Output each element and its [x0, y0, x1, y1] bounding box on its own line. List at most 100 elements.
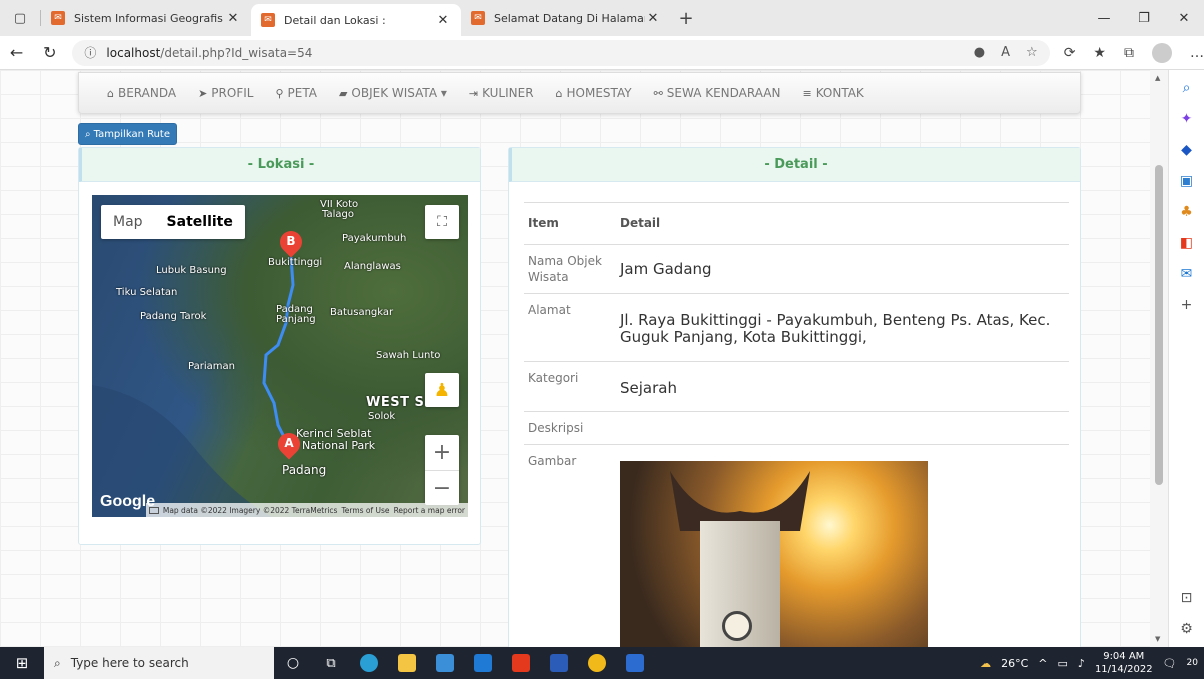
tag-icon[interactable]: ◆ [1177, 140, 1197, 160]
table-row: Nama Objek Wisata Jam Gadang [524, 244, 1069, 293]
terms-link[interactable]: Terms of Use [341, 506, 389, 515]
table-row: Deskripsi [524, 411, 1069, 444]
row-key: Alamat [528, 303, 571, 317]
keyboard-icon[interactable] [148, 506, 159, 514]
word-icon[interactable] [540, 647, 578, 679]
window-controls: — ❐ ✕ [1084, 0, 1204, 36]
scrollbar-thumb[interactable] [1155, 165, 1163, 485]
taskbar-clock[interactable]: 9:04 AM 11/14/2022 [1095, 650, 1153, 676]
minimize-icon[interactable]: — [1084, 0, 1124, 36]
weather-icon[interactable]: ☁ [980, 657, 991, 670]
window-close-icon[interactable]: ✕ [1164, 0, 1204, 36]
new-tab-button[interactable]: + [671, 0, 701, 36]
office-icon[interactable]: ◧ [1177, 233, 1197, 253]
page-scrollbar[interactable]: ▲ ▼ [1150, 70, 1168, 647]
read-aloud-icon[interactable]: A [1001, 45, 1010, 60]
back-icon[interactable]: ← [0, 43, 33, 62]
nav-peta[interactable]: ⚲ PETA [275, 86, 317, 100]
file-explorer-icon[interactable] [388, 647, 426, 679]
favorites-icon[interactable]: ★ [1093, 45, 1106, 61]
map-label: Padang [282, 463, 327, 477]
tab-selamat-datang[interactable]: ✉ Selamat Datang Di Halaman Adr ✕ [461, 0, 671, 36]
tab-actions-icon[interactable]: ▢ [0, 0, 40, 36]
system-tray: ☁ 26°C ^ ▭ ♪ 9:04 AM 11/14/2022 🗨 20 [980, 650, 1204, 676]
tab-detail-lokasi[interactable]: ✉ Detail dan Lokasi : ✕ [251, 4, 461, 36]
zoom-out-button[interactable]: − [425, 470, 459, 505]
store-icon[interactable] [426, 647, 464, 679]
street-view-pegman-icon[interactable]: ♟ [425, 373, 459, 407]
zoom-in-button[interactable]: + [425, 435, 459, 470]
map-label: Tiku Selatan [116, 287, 178, 298]
row-key: Kategori [528, 371, 579, 385]
tray-chevron-icon[interactable]: ^ [1038, 657, 1047, 670]
nav-objek-wisata[interactable]: ▰ OBJEK WISATA ▾ [339, 86, 447, 100]
row-value [616, 412, 1069, 444]
outlook-icon[interactable]: ✉ [1177, 264, 1197, 284]
nav-kuliner[interactable]: ⇥ KULINER [469, 86, 534, 100]
scroll-up-icon[interactable]: ▲ [1155, 74, 1160, 82]
nav-label: BERANDA [117, 86, 177, 100]
chrome-icon[interactable] [578, 647, 616, 679]
map-type-satellite-button[interactable]: Satellite [155, 205, 245, 239]
games-icon[interactable]: ♣ [1177, 202, 1197, 222]
attribution-text: Map data ©2022 Imagery ©2022 TerraMetric… [162, 505, 338, 515]
google-map[interactable]: VII Koto Talago Payakumbuh Bukittinggi L… [92, 195, 468, 517]
tab-sistem-informasi[interactable]: ✉ Sistem Informasi Geografis ✕ [41, 0, 251, 36]
restore-icon[interactable]: ❐ [1124, 0, 1164, 36]
map-marker-b[interactable]: B [275, 226, 307, 259]
toolbox-icon[interactable]: ▣ [1177, 171, 1197, 191]
close-icon[interactable]: ✕ [435, 13, 451, 28]
nav-sewa-kendaraan[interactable]: ⚯ SEWA KENDARAAN [654, 86, 781, 100]
mail-icon[interactable] [464, 647, 502, 679]
tracking-icon[interactable]: ● [974, 45, 985, 60]
edge-app-icon[interactable] [350, 647, 388, 679]
uget-icon[interactable] [616, 647, 654, 679]
map-label: Talago [322, 209, 354, 220]
refresh-page-icon[interactable]: ⟳ [1064, 45, 1076, 61]
row-value: Sejarah [620, 379, 677, 397]
nav-beranda[interactable]: ⌂ BERANDA [107, 86, 176, 100]
collections-icon[interactable]: ⧉ [1124, 45, 1134, 61]
volume-icon[interactable]: ♪ [1078, 657, 1085, 670]
close-icon[interactable]: ✕ [225, 11, 241, 26]
nav-profil[interactable]: ➤ PROFIL [198, 86, 253, 100]
marker-label: B [286, 234, 296, 248]
sparkle-icon[interactable]: ✦ [1177, 109, 1197, 129]
office-app-icon[interactable] [502, 647, 540, 679]
weather-temp[interactable]: 26°C [1001, 657, 1028, 670]
fullscreen-icon[interactable]: ⛶ [425, 205, 459, 239]
map-type-map-button[interactable]: Map [101, 205, 155, 239]
taskbar-search-box[interactable]: ⌕ Type here to search [44, 647, 274, 679]
settings-icon[interactable]: ⚙ [1177, 619, 1197, 639]
marker-label: A [284, 436, 294, 450]
more-icon[interactable]: … [1190, 45, 1204, 61]
refresh-icon[interactable]: ↻ [33, 43, 66, 62]
send-icon: ➤ [198, 86, 208, 100]
scroll-down-icon[interactable]: ▼ [1155, 635, 1160, 643]
tab-title: Detail dan Lokasi : [284, 13, 386, 27]
task-view-icon[interactable]: ⧉ [312, 647, 350, 679]
avatar[interactable] [1151, 42, 1172, 63]
notification-icon[interactable]: 🗨 [1163, 657, 1177, 670]
tab-title: Selamat Datang Di Halaman Adr [494, 11, 645, 25]
network-icon[interactable]: ▭ [1058, 657, 1068, 670]
search-icon: ⌕ [85, 128, 91, 140]
close-icon[interactable]: ✕ [645, 11, 661, 26]
nav-homestay[interactable]: ⌂ HOMESTAY [556, 86, 632, 100]
nav-kontak[interactable]: ≡ KONTAK [802, 86, 863, 100]
split-screen-icon[interactable]: ⊡ [1177, 588, 1197, 608]
info-icon[interactable]: ⓘ [84, 44, 96, 61]
url-host: localhost [106, 45, 161, 60]
search-icon[interactable]: ⌕ [1177, 78, 1197, 98]
add-icon[interactable]: + [1177, 295, 1197, 315]
show-route-button[interactable]: ⌕ Tampilkan Rute [78, 123, 178, 145]
bicycle-icon: ⚯ [653, 86, 663, 100]
map-marker-a[interactable]: A [273, 428, 305, 461]
site-favicon-icon: ✉ [51, 11, 65, 25]
row-value: Jam Gadang [620, 260, 712, 278]
report-link[interactable]: Report a map error [394, 506, 465, 515]
windows-start-icon[interactable]: ⊞ [0, 654, 44, 672]
url-field[interactable]: ⓘ localhost/detail.php?Id_wisata=54 ● A … [72, 39, 1050, 66]
favorite-star-icon[interactable]: ☆ [1026, 45, 1038, 60]
cortana-icon[interactable]: ○ [274, 647, 312, 679]
